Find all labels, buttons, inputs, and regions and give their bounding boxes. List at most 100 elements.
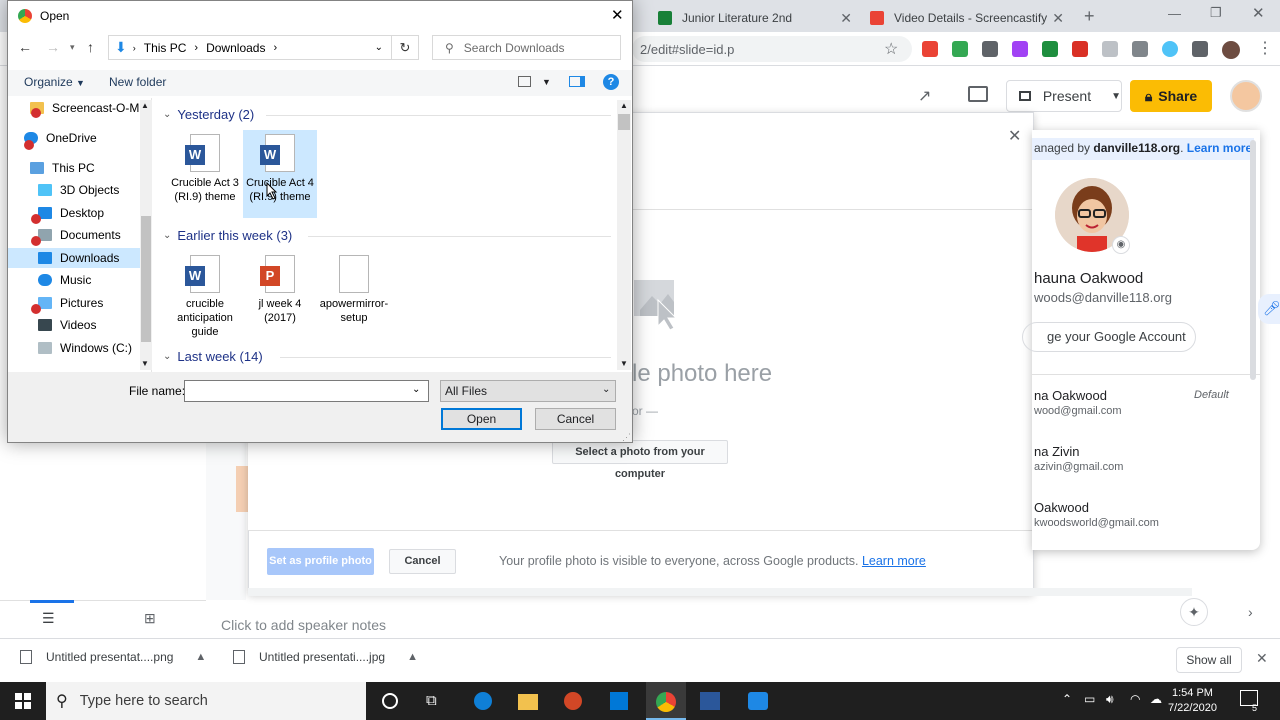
chevron-up-icon[interactable]: ▲ [407,651,418,663]
breadcrumb-this-pc[interactable]: This PC [144,41,187,55]
nav-item-videos[interactable]: Videos [38,315,96,335]
refresh-icon[interactable]: ↻ [392,35,419,60]
close-icon[interactable]: ✕ [840,10,852,27]
modal-cancel-button[interactable]: Cancel [389,549,456,574]
chevron-right-icon[interactable]: › [273,42,277,54]
task-view-icon[interactable]: ⧉ [426,692,446,710]
extension-icon[interactable] [1162,41,1178,57]
chevron-up-icon[interactable]: ▲ [195,651,206,663]
chevron-down-icon[interactable]: ⌄ [602,384,610,395]
account-avatar[interactable] [1230,80,1262,112]
select-photo-button[interactable]: Select a photo from your computer [552,440,728,480]
up-arrow-icon[interactable]: ↑ [87,39,94,55]
extension-icon[interactable] [1042,41,1058,57]
close-window-icon[interactable]: ✕ [1252,4,1265,22]
file-explorer-icon[interactable] [518,694,538,710]
close-icon[interactable]: ✕ [1052,10,1064,27]
cortana-icon[interactable] [382,693,398,709]
apowermirror-icon[interactable] [748,692,768,710]
file-scrollbar[interactable] [617,100,631,370]
extension-icon[interactable] [922,41,938,57]
close-icon[interactable]: ✕ [1256,650,1268,667]
file-item[interactable]: W crucible anticipation guide [168,251,242,339]
account-row-name[interactable]: Oakwood [1034,500,1089,515]
file-item[interactable]: P jl week 4 (2017) [243,251,317,325]
extension-icon[interactable] [1132,41,1148,57]
view-options-icon[interactable] [518,76,531,87]
extension-icon[interactable] [1072,41,1088,57]
file-scroll-thumb[interactable] [618,114,630,130]
onedrive-tray-icon[interactable]: ☁︎ [1150,692,1162,706]
download-item[interactable]: Untitled presentati....jpg ▲ [233,650,418,664]
breadcrumb-downloads[interactable]: Downloads [206,41,265,55]
managed-learn-more-link[interactable]: Learn more [1187,141,1252,155]
file-type-select[interactable]: All Files [440,380,616,402]
recent-chevron-icon[interactable]: ▾ [70,42,75,53]
powerpoint-icon[interactable] [564,692,582,710]
nav-item-music[interactable]: Music [38,270,91,290]
chevron-down-icon[interactable]: ▼ [1111,91,1121,102]
battery-icon[interactable]: ▭ [1084,692,1095,706]
download-item[interactable]: Untitled presentat....png ▲ [20,650,206,664]
scroll-up-icon[interactable]: ▲ [141,101,149,110]
chevron-right-icon[interactable]: › [194,42,198,54]
nav-item-onedrive[interactable]: OneDrive [24,128,97,148]
tab-screencastify[interactable]: Video Details - Screencastify ✕ [862,4,1072,32]
resize-grip-icon[interactable]: ⋰ [622,432,631,443]
taskbar-search[interactable]: ⚲ Type here to search [46,682,366,720]
group-header-yesterday[interactable]: ⌄ Yesterday (2) [163,107,254,122]
grid-view-icon[interactable]: ⊞ [144,610,156,627]
nav-scroll-thumb[interactable] [141,216,151,342]
set-profile-photo-button[interactable]: Set as profile photo [267,548,374,575]
volume-icon[interactable]: 🔊︎ [1106,692,1114,707]
extension-icon[interactable] [982,41,998,57]
account-row-name[interactable]: na Oakwood [1034,388,1107,403]
filmstrip-view-icon[interactable]: ☰ [42,610,55,627]
chevron-down-icon[interactable]: ▼ [542,77,551,87]
chevron-right-icon[interactable]: › [1248,604,1253,620]
cancel-button[interactable]: Cancel [535,408,616,430]
file-item[interactable]: apowermirror-setup [317,251,391,325]
manage-account-button[interactable]: ge your Google Account [1022,322,1196,352]
bookmark-star-icon[interactable]: ☆ [884,39,898,59]
present-button[interactable]: Present ▼ [1006,80,1122,112]
extension-icon[interactable] [952,41,968,57]
organize-menu[interactable]: Organize ▼ [24,75,85,89]
extension-icon[interactable] [1012,41,1028,57]
comments-icon[interactable] [968,86,988,102]
dialog-search-input[interactable]: ⚲ Search Downloads [432,35,621,60]
nav-item-pictures[interactable]: Pictures [38,293,103,313]
horizontal-scrollbar[interactable] [248,588,1192,596]
activity-trend-icon[interactable]: ↗ [918,86,931,106]
group-header-last-week[interactable]: ⌄ Last week (14) [163,349,263,364]
microphone-icon[interactable]: 🎤︎ [1263,300,1280,317]
store-icon[interactable] [610,692,628,710]
file-item[interactable]: W Crucible Act 3 (RI.9) theme [168,130,242,204]
chevron-up-icon[interactable]: ⌃ [1062,692,1072,706]
chevron-down-icon[interactable]: ⌄ [412,384,420,395]
scroll-down-icon[interactable]: ▼ [620,359,628,368]
edge-icon[interactable] [474,692,492,710]
tab-junior-literature[interactable]: Junior Literature 2nd ✕ [650,4,860,32]
share-button[interactable]: 🔒︎ Share [1130,80,1212,112]
kebab-menu-icon[interactable]: ⋮ [1257,38,1273,58]
back-arrow-icon[interactable]: ← [18,39,32,55]
explore-button[interactable]: ✦ [1180,598,1208,626]
extension-icon[interactable] [1102,41,1118,57]
new-folder-button[interactable]: New folder [109,75,166,89]
file-name-input[interactable] [184,380,429,402]
dialog-address-bar[interactable]: ⬇ › This PC › Downloads › ⌄ [108,35,392,60]
chevron-down-icon[interactable]: ⌄ [375,42,383,53]
dialog-titlebar[interactable]: Open [8,1,632,31]
chevron-right-icon[interactable]: › [133,43,136,53]
wifi-icon[interactable]: ◠ [1130,692,1140,706]
new-tab-icon[interactable]: + [1084,6,1095,27]
nav-item-downloads[interactable]: Downloads [8,248,140,268]
word-icon[interactable] [700,692,720,710]
close-icon[interactable]: ✕ [611,6,624,24]
address-bar[interactable]: 2/edit#slide=id.p [632,36,912,62]
nav-item-desktop[interactable]: Desktop [38,203,104,223]
profile-avatar[interactable] [1222,41,1240,59]
nav-item-3d-objects[interactable]: 3D Objects [38,180,119,200]
nav-item-documents[interactable]: Documents [38,225,121,245]
